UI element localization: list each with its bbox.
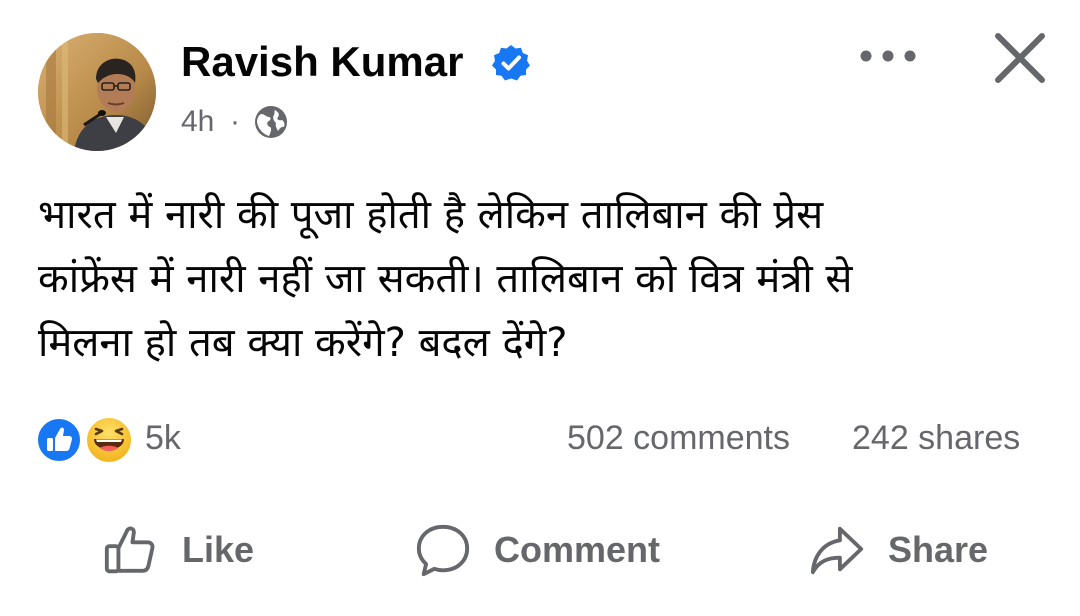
post-text: भारत में नारी की पूजा होती है लेकिन तालि… <box>38 192 853 366</box>
like-reaction-icon <box>36 417 82 463</box>
comments-count[interactable]: 502 comments <box>567 418 790 458</box>
reaction-icons[interactable] <box>36 415 136 464</box>
like-button[interactable]: Like <box>102 516 282 586</box>
haha-reaction-icon <box>85 416 133 464</box>
author-avatar[interactable] <box>38 33 156 151</box>
reaction-count[interactable]: 5k <box>145 418 181 458</box>
post-timestamp[interactable]: 4h <box>181 104 214 140</box>
share-button-label: Share <box>888 529 989 570</box>
more-options-icon[interactable] <box>856 34 920 78</box>
like-button-label: Like <box>182 529 255 570</box>
comment-button[interactable]: Comment <box>412 516 682 586</box>
author-name[interactable]: Ravish Kumar <box>181 36 463 88</box>
meta-separator: · <box>230 105 240 138</box>
close-icon[interactable] <box>992 30 1048 86</box>
share-arrow-icon <box>810 526 864 575</box>
verified-badge-icon <box>492 45 530 81</box>
comment-button-label: Comment <box>494 529 661 570</box>
globe-icon <box>255 106 287 138</box>
thumbs-up-icon <box>104 526 155 574</box>
comment-bubble-icon <box>416 524 470 577</box>
avatar-photo <box>38 33 156 151</box>
share-button[interactable]: Share <box>806 516 1016 586</box>
shares-count[interactable]: 242 shares <box>852 418 1020 458</box>
